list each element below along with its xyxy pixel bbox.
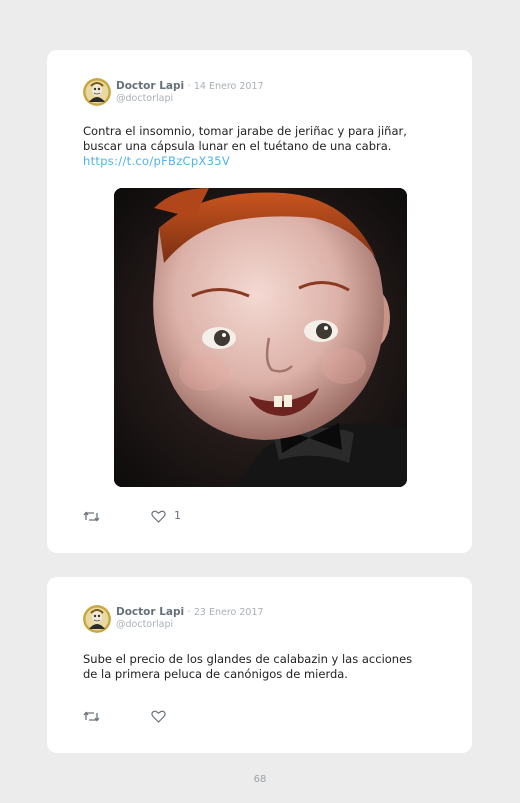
tweet-text-line: buscar una cápsula lunar en el tuétano d…: [83, 139, 392, 153]
retweet-button[interactable]: [83, 510, 100, 523]
like-count: 1: [174, 509, 181, 522]
heart-icon: [151, 510, 166, 523]
retweet-button[interactable]: [83, 710, 100, 723]
tweet-text: Contra el insomnio, tomar jarabe de jeri…: [83, 124, 433, 169]
retweet-icon: [83, 711, 100, 722]
tweet-card: Doctor Lapi · 14 Enero 2017 @doctorlapi …: [47, 50, 472, 553]
author-handle[interactable]: @doctorlapi: [116, 619, 173, 631]
avatar-image: [83, 605, 111, 633]
like-button[interactable]: [151, 510, 166, 523]
tweet-date[interactable]: 14 Enero 2017: [194, 81, 264, 92]
tweet-date[interactable]: 23 Enero 2017: [194, 607, 264, 618]
heart-icon: [151, 710, 166, 723]
tweet-text-line: de la primera peluca de canónigos de mie…: [83, 667, 348, 681]
doll-face-image: [114, 188, 407, 487]
author-name[interactable]: Doctor Lapi: [116, 606, 184, 618]
like-button[interactable]: [151, 710, 166, 723]
tweet-card: Doctor Lapi · 23 Enero 2017 @doctorlapi …: [47, 577, 472, 753]
tweet-text-line: Sube el precio de los glandes de calabaz…: [83, 652, 413, 666]
author-name[interactable]: Doctor Lapi: [116, 80, 184, 92]
separator: ·: [187, 607, 191, 618]
tweet-header: Doctor Lapi · 23 Enero 2017: [116, 606, 264, 619]
page-number: 68: [253, 774, 267, 785]
avatar[interactable]: [83, 78, 111, 106]
retweet-icon: [83, 511, 100, 522]
tweet-header: Doctor Lapi · 14 Enero 2017: [116, 80, 264, 93]
separator: ·: [187, 81, 191, 92]
avatar-image: [83, 78, 111, 106]
tweet-link[interactable]: https://t.co/pFBzCpX35V: [83, 154, 230, 168]
tweet-text: Sube el precio de los glandes de calabaz…: [83, 652, 433, 682]
tweet-text-line: Contra el insomnio, tomar jarabe de jeri…: [83, 124, 407, 138]
tweet-media-image[interactable]: [114, 188, 407, 487]
author-handle[interactable]: @doctorlapi: [116, 93, 173, 105]
avatar[interactable]: [83, 605, 111, 633]
